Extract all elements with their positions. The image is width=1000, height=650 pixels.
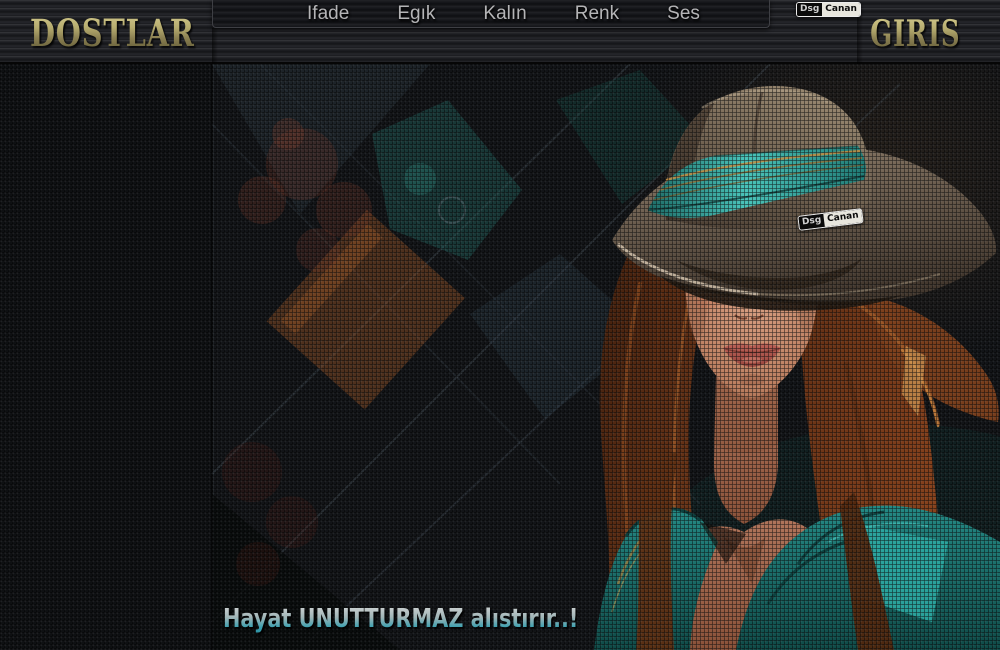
menu-item-kalin[interactable]: Kalın	[483, 3, 526, 25]
main-content: Hayat UNUTTURMAZ alıstırır..! Dsg Canan	[0, 64, 1000, 650]
hat-watermark-dsg: Dsg	[798, 213, 826, 230]
menu-item-egik[interactable]: Egık	[397, 3, 435, 25]
header-seam-left	[212, 28, 218, 64]
designer-watermark-badge: Dsg Canan	[796, 2, 861, 17]
header-seam-right	[857, 16, 863, 64]
menu-item-ifade[interactable]: Ifade	[307, 3, 349, 25]
designer-watermark-dsg: Dsg	[797, 3, 823, 16]
chat-theme-screen: Hayat UNUTTURMAZ alıstırır..! Dsg Canan I…	[0, 0, 1000, 650]
designer-watermark-canan: Canan	[822, 3, 860, 16]
caption-text: Hayat UNUTTURMAZ alıstırır..!	[223, 604, 579, 634]
menu-item-ses[interactable]: Ses	[667, 3, 700, 25]
site-title[interactable]: DOSTLAR	[30, 11, 195, 55]
login-link[interactable]: GIRIS	[870, 13, 960, 55]
menu-item-renk[interactable]: Renk	[575, 3, 619, 25]
menu-bar: Ifade Egık Kalın Renk Ses	[212, 0, 770, 28]
portrait-artwork	[0, 64, 1000, 650]
